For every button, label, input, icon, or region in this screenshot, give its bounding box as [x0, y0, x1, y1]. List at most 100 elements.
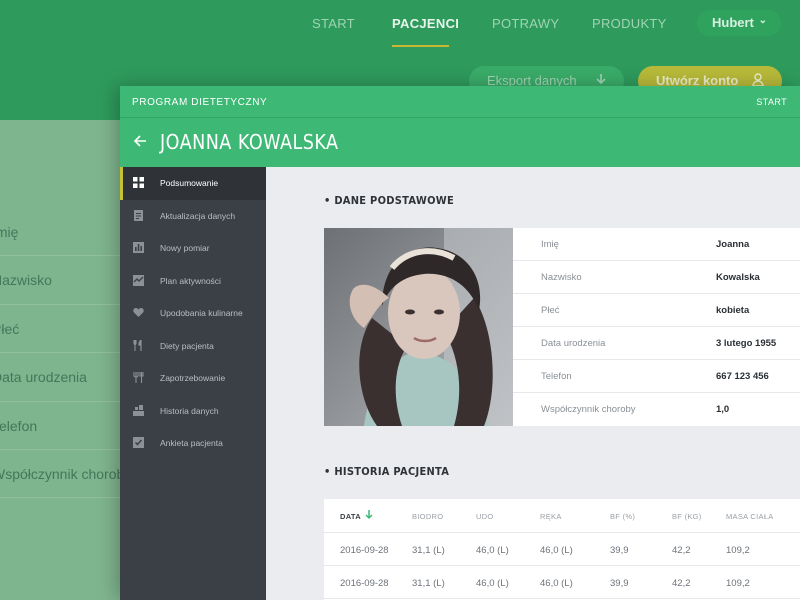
cell-body-mass: 109,2 [726, 578, 750, 589]
grid-icon [133, 177, 144, 188]
history-icon [133, 404, 144, 416]
field-label: Współczynnik choroby [541, 404, 636, 415]
sidebar-item-summary[interactable]: Podsumowanie [120, 167, 266, 200]
sidebar-item-label: Podsumowanie [160, 178, 219, 188]
window-top-bar: PROGRAM DIETETYCZNY START [120, 86, 800, 118]
field-label: Nazwisko [541, 272, 582, 283]
field-label: Imię [541, 239, 559, 250]
cell-date: 2016-09-28 [340, 578, 389, 589]
sidebar-item-label: Ankieta pacjenta [160, 438, 223, 448]
sidebar-item-label: Upodobania kulinarne [160, 308, 243, 318]
patient-detail-window: PROGRAM DIETETYCZNY START JOANNA KOWALSK… [120, 86, 800, 600]
sidebar-item-requirements[interactable]: Zapotrzebowanie [120, 362, 266, 395]
chevron-down-icon: ⌄ [758, 15, 767, 26]
field-value: Joanna [716, 239, 750, 250]
cell-date: 2016-09-28 [340, 545, 389, 556]
cutlery-icon [133, 339, 142, 351]
column-header-bf-kg[interactable]: BF (KG) [672, 512, 702, 521]
table-row: Współczynnik choroby 1,0 [513, 393, 800, 426]
patient-header: JOANNA KOWALSKA [120, 118, 800, 167]
list-item: Data urodzenia [0, 353, 130, 402]
sidebar-item-update-data[interactable]: Aktualizacja danych [120, 200, 266, 233]
column-header-hip[interactable]: BIODRO [412, 512, 443, 521]
heart-icon [133, 308, 144, 317]
sidebar-item-new-measurement[interactable]: Nowy pomiar [120, 232, 266, 265]
table-row: Data urodzenia 3 lutego 1955 [513, 327, 800, 360]
sidebar-item-label: Nowy pomiar [160, 243, 210, 253]
field-value: Kowalska [716, 272, 760, 283]
cutlery-alt-icon [133, 372, 144, 383]
cell-bf-percent: 39,9 [610, 545, 629, 556]
cell-thigh: 46,0 (L) [476, 545, 509, 556]
table-header-row: DATA BIODRO UDO RĘKA BF (%) BF (KG) MASA… [324, 499, 800, 533]
list-item: Nazwisko [0, 256, 130, 305]
table-row: Nazwisko Kowalska [513, 261, 800, 294]
checkbox-icon [133, 437, 144, 448]
list-item: Współczynnik choroby [0, 450, 130, 499]
field-value: 3 lutego 1955 [716, 338, 777, 349]
column-header-body-mass[interactable]: MASA CIAŁA [726, 512, 774, 521]
cell-bf-percent: 39,9 [610, 578, 629, 589]
basic-info-heading: • DANE PODSTAWOWE [324, 194, 454, 207]
activity-icon [133, 274, 144, 286]
background-patient-fields-list: Imię Nazwisko Płeć Data urodzenia Telefo… [0, 208, 130, 499]
app-name: PROGRAM DIETETYCZNY [132, 97, 268, 108]
sidebar-item-label: Plan aktywności [160, 275, 221, 286]
field-label: Telefon [541, 371, 572, 382]
user-icon [752, 73, 764, 87]
sidebar-item-label: Aktualizacja danych [160, 210, 236, 221]
start-link[interactable]: START [756, 97, 787, 107]
cell-arm: 46,0 (L) [540, 578, 573, 589]
table-row: Płeć kobieta [513, 294, 800, 327]
patient-sidebar: Podsumowanie Aktualizacja danych Nowy po… [120, 167, 266, 600]
table-row: Telefon 667 123 456 [513, 360, 800, 393]
page-title: JOANNA KOWALSKA [160, 130, 339, 154]
table-row[interactable]: 2016-09-28 31,1 (L) 46,0 (L) 46,0 (L) 39… [324, 533, 800, 566]
arrow-back-icon[interactable] [132, 133, 148, 149]
patient-photo [324, 228, 513, 426]
sidebar-item-patient-survey[interactable]: Ankieta pacjenta [120, 427, 266, 460]
cell-body-mass: 109,2 [726, 545, 750, 556]
document-icon [134, 209, 143, 221]
cell-hip: 31,1 (L) [412, 578, 445, 589]
nav-item-products[interactable]: PRODUKTY [592, 16, 667, 31]
table-row[interactable]: 2016-09-28 31,1 (L) 46,0 (L) 46,0 (L) 39… [324, 566, 800, 599]
cell-bf-kg: 42,2 [672, 578, 691, 589]
cell-bf-kg: 42,2 [672, 545, 691, 556]
sidebar-item-patient-diets[interactable]: Diety pacjenta [120, 330, 266, 363]
column-header-thigh[interactable]: UDO [476, 512, 494, 521]
list-item: Telefon [0, 402, 130, 450]
sidebar-item-activity-plan[interactable]: Plan aktywności [120, 265, 266, 298]
cell-arm: 46,0 (L) [540, 545, 573, 556]
nav-item-patients[interactable]: PACJENCI [392, 16, 459, 31]
history-heading: • HISTORIA PACJENTA [324, 465, 450, 478]
sidebar-item-label: Zapotrzebowanie [160, 373, 226, 383]
background-main-nav: START PACJENCI POTRAWY PRODUKTY Hubert ⌄ [0, 0, 800, 48]
field-value: kobieta [716, 305, 750, 316]
download-icon [596, 74, 606, 85]
cell-thigh: 46,0 (L) [476, 578, 509, 589]
user-name: Hubert [712, 15, 754, 30]
patient-history-table: DATA BIODRO UDO RĘKA BF (%) BF (KG) MASA… [324, 499, 800, 600]
nav-item-dishes[interactable]: POTRAWY [492, 16, 559, 31]
basic-info-table: Imię Joanna Nazwisko Kowalska Płeć kobie… [513, 228, 800, 426]
patient-summary-content: • DANE PODSTAWOWE Imię Joanna Nazwisko K… [266, 167, 800, 600]
column-header-arm[interactable]: RĘKA [540, 512, 562, 521]
list-item: Płeć [0, 305, 130, 354]
sidebar-item-food-preferences[interactable]: Upodobania kulinarne [120, 297, 266, 330]
sidebar-item-label: Diety pacjenta [160, 340, 214, 351]
sidebar-item-label: Historia danych [160, 405, 219, 416]
column-header-date[interactable]: DATA [340, 512, 361, 521]
nav-item-start[interactable]: START [312, 16, 355, 31]
field-label: Płeć [541, 305, 560, 316]
bar-chart-icon [133, 242, 144, 253]
field-value: 1,0 [716, 404, 730, 415]
column-header-bf-percent[interactable]: BF (%) [610, 512, 635, 521]
active-nav-underline [392, 45, 449, 47]
sort-down-icon[interactable] [365, 510, 373, 520]
sidebar-item-data-history[interactable]: Historia danych [120, 395, 266, 428]
table-row: Imię Joanna [513, 228, 800, 261]
field-label: Data urodzenia [541, 338, 606, 349]
user-menu-button[interactable]: Hubert ⌄ [697, 10, 781, 36]
field-value: 667 123 456 [716, 371, 769, 382]
